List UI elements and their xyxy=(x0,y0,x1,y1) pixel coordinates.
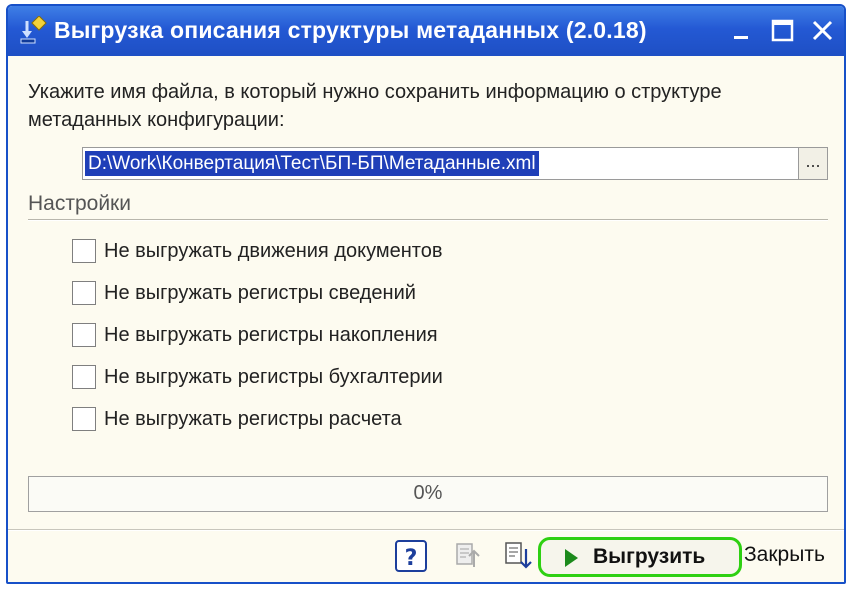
option-label: Не выгружать регистры расчета xyxy=(104,408,402,430)
title-bar[interactable]: Выгрузка описания структуры метаданных (… xyxy=(8,6,844,56)
progress-bar: 0% xyxy=(28,476,828,512)
download-app-icon xyxy=(18,15,48,46)
option-label: Не выгружать движения документов xyxy=(104,240,443,262)
file-path-input[interactable]: D:\Work\Конвертация\Тест\БП-БП\Метаданны… xyxy=(82,147,800,180)
play-icon xyxy=(565,549,578,567)
window-title: Выгрузка описания структуры метаданных (… xyxy=(54,17,647,43)
svg-text:?: ? xyxy=(405,546,418,571)
checkbox[interactable] xyxy=(72,407,96,431)
help-button[interactable]: ? xyxy=(394,539,428,573)
progress-text: 0% xyxy=(413,482,443,504)
load-settings-button[interactable] xyxy=(450,539,484,573)
option-label: Не выгружать регистры сведений xyxy=(104,282,416,304)
maximize-button[interactable] xyxy=(770,18,796,44)
checkbox[interactable] xyxy=(72,281,96,305)
export-metadata-window: Выгрузка описания структуры метаданных (… xyxy=(6,4,846,584)
export-button-label: Выгрузить xyxy=(593,545,706,568)
save-settings-button[interactable] xyxy=(500,539,534,573)
settings-divider xyxy=(28,219,828,221)
minimize-button[interactable] xyxy=(730,18,756,44)
help-icon: ? xyxy=(395,540,427,572)
settings-group-label: Настройки xyxy=(28,192,131,215)
option-label: Не выгружать регистры бухгалтерии xyxy=(104,366,443,388)
footer-divider xyxy=(8,529,844,531)
browse-button[interactable]: ... xyxy=(798,147,828,180)
close-button[interactable]: Закрыть xyxy=(744,543,825,567)
checkbox[interactable] xyxy=(72,239,96,263)
close-window-button[interactable] xyxy=(810,18,836,44)
export-button[interactable]: Выгрузить xyxy=(538,537,742,577)
save-settings-icon xyxy=(505,542,532,569)
checkbox[interactable] xyxy=(72,365,96,389)
load-settings-icon xyxy=(456,543,480,567)
file-prompt-label: Укажите имя файла, в который нужно сохра… xyxy=(28,81,722,131)
checkbox[interactable] xyxy=(72,323,96,347)
option-label: Не выгружать регистры накопления xyxy=(104,324,438,346)
file-path-selected-text: D:\Work\Конвертация\Тест\БП-БП\Метаданны… xyxy=(85,151,539,176)
